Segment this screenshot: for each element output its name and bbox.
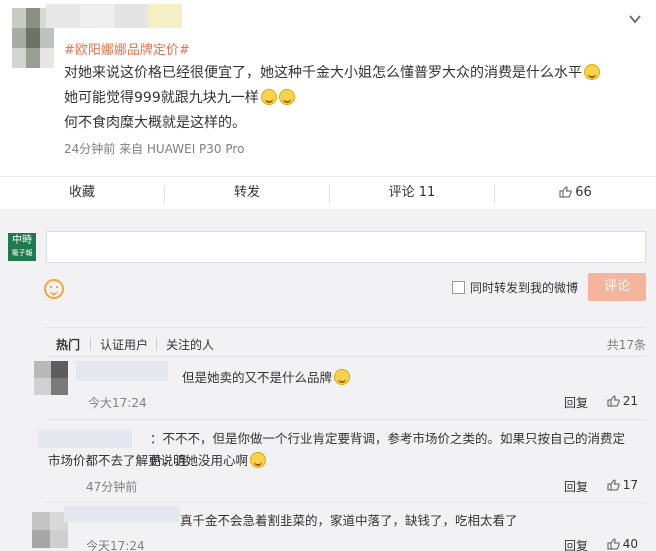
like-button[interactable]: 66 <box>495 177 656 211</box>
reply-button[interactable]: 回复 <box>564 478 588 495</box>
submit-comment-button[interactable]: 评论 <box>588 273 646 301</box>
comment-text-body: 但是她卖的又不是什么品牌 <box>182 370 333 385</box>
comment-time: 今大17:24 <box>88 396 147 410</box>
comment-like-count: 21 <box>622 394 638 408</box>
emoji-icon <box>278 89 295 105</box>
like-count: 66 <box>575 185 592 200</box>
smiley-icon[interactable] <box>44 279 64 299</box>
thumb-up-icon <box>607 479 620 491</box>
current-user-avatar: 中時 電子報 <box>8 233 36 261</box>
comment-time: 今天17:24 <box>86 539 145 551</box>
emoji-icon <box>584 64 600 80</box>
comment-total: 共17条 <box>606 338 646 352</box>
comment-text: 真千金不会急着割韭菜的，家道中落了，缺钱了，吃相太看了 <box>180 513 518 528</box>
comment-like-button[interactable]: 17 <box>607 478 638 492</box>
post-line-3: 何不食肉糜大概就是这样的。 <box>64 115 246 131</box>
forward-button[interactable]: 转发 <box>165 177 329 211</box>
tab-hot[interactable]: 热门 <box>56 336 80 353</box>
emoji-icon <box>250 452 267 468</box>
tab-verified[interactable]: 认证用户 <box>100 336 148 353</box>
comment-text-body: 市场价都不去了解更说明她没用心啊 <box>48 453 249 468</box>
comment-item: 真千金不会急着割韭菜的，家道中落了，缺钱了，吃相太看了 今天17:24 回复 4… <box>32 506 646 551</box>
forward-label: 同时转发到我的微博 <box>470 281 579 295</box>
reply-button[interactable]: 回复 <box>564 394 588 411</box>
forward-checkbox[interactable] <box>452 281 465 294</box>
emoji-icon <box>260 89 277 105</box>
topic-link[interactable]: #欧阳娜娜品牌定价# <box>64 39 190 58</box>
comment-like-button[interactable]: 40 <box>607 537 638 551</box>
commenter-name[interactable] <box>64 506 180 522</box>
post-line-2: 她可能觉得999就跟九块九一样 <box>64 87 295 107</box>
post-line-2-text: 她可能觉得999就跟九块九一样 <box>64 90 259 106</box>
commenter-avatar[interactable] <box>34 361 68 395</box>
author-name[interactable] <box>46 4 182 28</box>
comment-like-count: 17 <box>622 478 638 492</box>
weibo-post: #欧阳娜娜品牌定价# 对她来说这价格已经很便宜了，她这种千金大小姐怎么懂普罗大众… <box>0 0 656 176</box>
post-line-1: 对她来说这价格已经很便宜了，她这种千金大小姐怎么懂普罗大众的消费是什么水平 <box>64 62 600 82</box>
logo-text-bottom: 電子報 <box>11 249 33 257</box>
post-meta: 24分钟前 来自 HUAWEI P30 Pro <box>64 142 245 156</box>
thumb-up-icon <box>607 395 620 407</box>
comment-input[interactable] <box>46 231 646 263</box>
emoji-icon <box>334 369 351 385</box>
comment-time: 47分钟前 <box>86 480 138 494</box>
commenter-name[interactable] <box>76 361 168 381</box>
comment-item: ：不不不，但是你做一个行业肯定要背调，参考市场价之类的。如果只按自己的消费定价，… <box>38 426 646 503</box>
logo-text-top: 中時 <box>12 235 32 246</box>
tab-following[interactable]: 关注的人 <box>166 336 214 353</box>
comment-like-button[interactable]: 21 <box>607 394 638 408</box>
comment-button[interactable]: 评论 11 <box>330 177 494 211</box>
chevron-down-icon[interactable] <box>628 12 642 26</box>
reply-button[interactable]: 回复 <box>564 537 588 551</box>
commenter-avatar[interactable] <box>32 512 68 548</box>
thumb-up-icon <box>607 538 620 550</box>
action-bar: 收藏 转发 评论 11 66 <box>0 176 656 210</box>
comment-text-cont: 市场价都不去了解更说明她没用心啊 <box>48 450 267 472</box>
post-line-1-text: 对她来说这价格已经很便宜了，她这种千金大小姐怎么懂普罗大众的消费是什么水平 <box>64 65 582 81</box>
collect-button[interactable]: 收藏 <box>0 177 164 211</box>
thumb-up-icon <box>559 186 572 198</box>
comment-area: 中時 電子報 同时转发到我的微博 评论 热门 认证用户 关注的人 共17条 但是… <box>0 210 656 551</box>
comment-item: 但是她卖的又不是什么品牌 今大17:24 回复 21 <box>34 357 646 420</box>
comment-text: 但是她卖的又不是什么品牌 <box>182 367 351 389</box>
comment-filter-bar: 热门 认证用户 关注的人 共17条 <box>46 327 646 357</box>
commenter-name[interactable] <box>38 430 132 448</box>
comment-like-count: 40 <box>622 537 638 551</box>
